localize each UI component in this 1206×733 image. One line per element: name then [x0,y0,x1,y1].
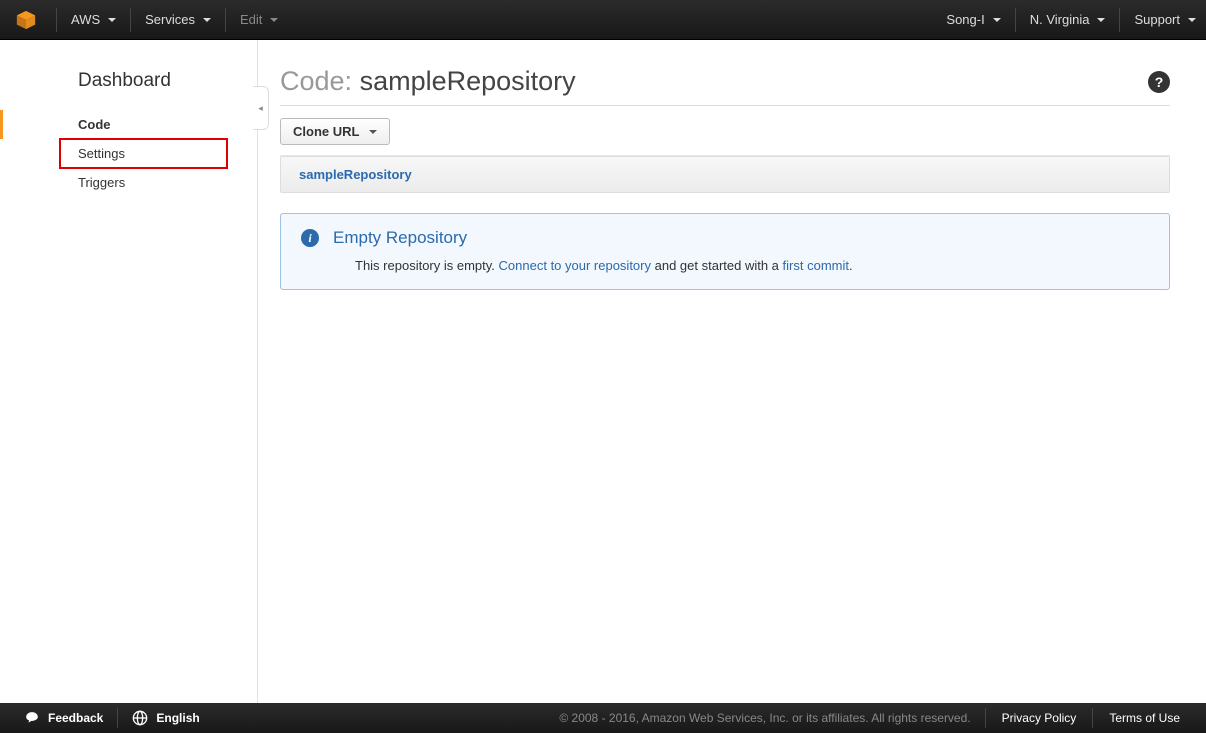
page-header: Code: sampleRepository ? [280,66,1170,106]
page-title-name: sampleRepository [360,66,576,96]
chevron-down-icon [1097,18,1105,22]
nav-aws-menu[interactable]: AWS [61,0,126,40]
copyright-text: © 2008 - 2016, Amazon Web Services, Inc.… [559,711,980,725]
language-label: English [156,711,199,725]
info-icon: i [301,229,319,247]
info-text-mid: and get started with a [651,258,783,273]
sidebar-item-code[interactable]: Code [0,110,257,139]
toolbar: Clone URL [280,106,1170,156]
chevron-down-icon [203,18,211,22]
chevron-down-icon [108,18,116,22]
speech-bubble-icon [24,711,40,725]
help-icon[interactable]: ? [1148,71,1170,93]
first-commit-link[interactable]: first commit [783,258,849,273]
divider [225,8,226,32]
chevron-down-icon [1188,18,1196,22]
nav-user-label: Song-I [946,12,984,27]
chevron-down-icon [270,18,278,22]
sidebar-item-settings[interactable]: Settings [60,139,227,168]
nav-account-menu[interactable]: Song-I [936,0,1010,40]
nav-support-menu[interactable]: Support [1124,0,1206,40]
footer: Feedback English © 2008 - 2016, Amazon W… [0,703,1206,733]
nav-support-label: Support [1134,12,1180,27]
page-title: Code: sampleRepository [280,66,576,97]
divider [1092,708,1093,728]
clone-url-button[interactable]: Clone URL [280,118,390,145]
sidebar-item-triggers[interactable]: Triggers [0,168,257,197]
globe-icon [132,710,148,726]
divider [130,8,131,32]
breadcrumb-repo-link[interactable]: sampleRepository [299,167,412,182]
breadcrumb: sampleRepository [280,156,1170,193]
language-selector[interactable]: English [122,703,209,733]
feedback-button[interactable]: Feedback [14,703,113,733]
sidebar: Dashboard Code Settings Triggers ◂ [0,40,258,703]
divider [985,708,986,728]
main-layout: Dashboard Code Settings Triggers ◂ Code:… [0,40,1206,703]
info-heading: Empty Repository [333,228,467,248]
clone-url-label: Clone URL [293,124,359,139]
empty-repo-info-panel: i Empty Repository This repository is em… [280,213,1170,290]
info-text-pre: This repository is empty. [355,258,499,273]
page-title-prefix: Code: [280,66,360,96]
sidebar-item-label: Triggers [78,175,125,190]
divider [1015,8,1016,32]
aws-logo-icon[interactable] [12,6,40,34]
nav-edit-menu[interactable]: Edit [230,0,288,40]
nav-edit-label: Edit [240,12,262,27]
chevron-down-icon [993,18,1001,22]
nav-services-label: Services [145,12,195,27]
divider [1119,8,1120,32]
divider [117,708,118,728]
chevron-left-icon: ◂ [258,103,263,114]
sidebar-item-label: Code [78,117,111,132]
info-text: This repository is empty. Connect to you… [355,258,1149,273]
nav-services-menu[interactable]: Services [135,0,221,40]
divider [56,8,57,32]
nav-region-label: N. Virginia [1030,12,1090,27]
sidebar-item-label: Settings [78,146,125,161]
sidebar-nav: Code Settings Triggers [0,110,257,197]
chevron-down-icon [369,130,377,134]
top-nav: AWS Services Edit Song-I N. Virginia Sup… [0,0,1206,40]
connect-repo-link[interactable]: Connect to your repository [499,258,651,273]
nav-region-menu[interactable]: N. Virginia [1020,0,1116,40]
info-text-post: . [849,258,853,273]
sidebar-collapse-toggle[interactable]: ◂ [253,86,269,130]
terms-of-use-link[interactable]: Terms of Use [1097,711,1192,725]
content-area: Code: sampleRepository ? Clone URL sampl… [258,40,1206,703]
feedback-label: Feedback [48,711,103,725]
privacy-policy-link[interactable]: Privacy Policy [990,711,1089,725]
nav-aws-label: AWS [71,12,100,27]
info-header: i Empty Repository [301,228,1149,248]
sidebar-title: Dashboard [0,70,257,110]
